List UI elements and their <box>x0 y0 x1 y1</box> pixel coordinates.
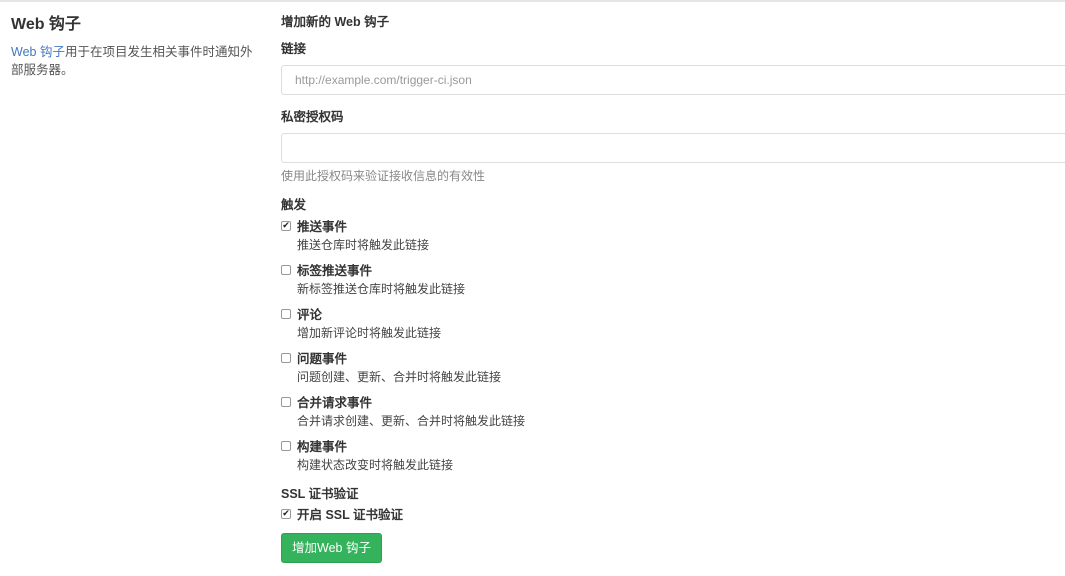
event-title: 标签推送事件 <box>297 264 373 278</box>
event-merge-request: 合并请求事件 合并请求创建、更新、合并时将触发此链接 <box>281 394 1065 438</box>
event-title: 问题事件 <box>297 352 348 366</box>
event-title: 评论 <box>297 308 323 322</box>
trigger-label: 触发 <box>281 198 307 212</box>
push-events-checkbox[interactable]: ✔ <box>281 221 291 231</box>
secret-token-help: 使用此授权码来验证接收信息的有效性 <box>281 169 486 183</box>
event-title: 合并请求事件 <box>297 396 373 410</box>
event-description: 构建状态改变时将触发此链接 <box>297 458 454 472</box>
section-description: Web 钩子用于在项目发生相关事件时通知外部服务器。 <box>11 43 256 79</box>
event-description: 推送仓库时将触发此链接 <box>297 238 430 252</box>
secret-token-label: 私密授权码 <box>281 110 344 124</box>
event-build: 构建事件 构建状态改变时将触发此链接 <box>281 438 1065 482</box>
add-webhook-button[interactable]: 增加Web 钩子 <box>281 533 382 563</box>
ssl-verification-option: ✔ 开启 SSL 证书验证 <box>281 506 1065 528</box>
event-title: 推送事件 <box>297 220 348 234</box>
event-tag-push: 标签推送事件 新标签推送仓库时将触发此链接 <box>281 262 1065 306</box>
sidebar-description: Web 钩子 Web 钩子用于在项目发生相关事件时通知外部服务器。 <box>11 14 256 79</box>
ssl-verification-checkbox[interactable]: ✔ <box>281 509 291 519</box>
tag-push-events-checkbox[interactable] <box>281 265 291 275</box>
ssl-verification-option-label: 开启 SSL 证书验证 <box>297 508 404 522</box>
trigger-event-list: ✔ 推送事件 推送仓库时将触发此链接 标签推送事件 新标签推送仓库时将触发此链接… <box>281 218 1065 482</box>
comment-events-checkbox[interactable] <box>281 309 291 319</box>
event-issue: 问题事件 问题创建、更新、合并时将触发此链接 <box>281 350 1065 394</box>
webhook-form: 增加新的 Web 钩子 链接 私密授权码 使用此授权码来验证接收信息的有效性 触… <box>281 13 1065 563</box>
event-description: 问题创建、更新、合并时将触发此链接 <box>297 370 502 384</box>
event-description: 新标签推送仓库时将触发此链接 <box>297 282 466 296</box>
top-divider <box>0 0 1065 2</box>
url-label: 链接 <box>281 42 307 56</box>
webhooks-help-link[interactable]: Web 钩子 <box>11 45 65 59</box>
section-title: Web 钩子 <box>11 16 81 33</box>
build-events-checkbox[interactable] <box>281 441 291 451</box>
event-title: 构建事件 <box>297 440 348 454</box>
event-push: ✔ 推送事件 推送仓库时将触发此链接 <box>281 218 1065 262</box>
secret-token-input[interactable] <box>281 133 1065 163</box>
url-input[interactable] <box>281 65 1065 95</box>
event-comment: 评论 增加新评论时将触发此链接 <box>281 306 1065 350</box>
issue-events-checkbox[interactable] <box>281 353 291 363</box>
merge-request-events-checkbox[interactable] <box>281 397 291 407</box>
ssl-verification-label: SSL 证书验证 <box>281 487 359 501</box>
event-description: 合并请求创建、更新、合并时将触发此链接 <box>297 414 526 428</box>
event-description: 增加新评论时将触发此链接 <box>297 326 442 340</box>
form-title: 增加新的 Web 钩子 <box>281 15 390 29</box>
